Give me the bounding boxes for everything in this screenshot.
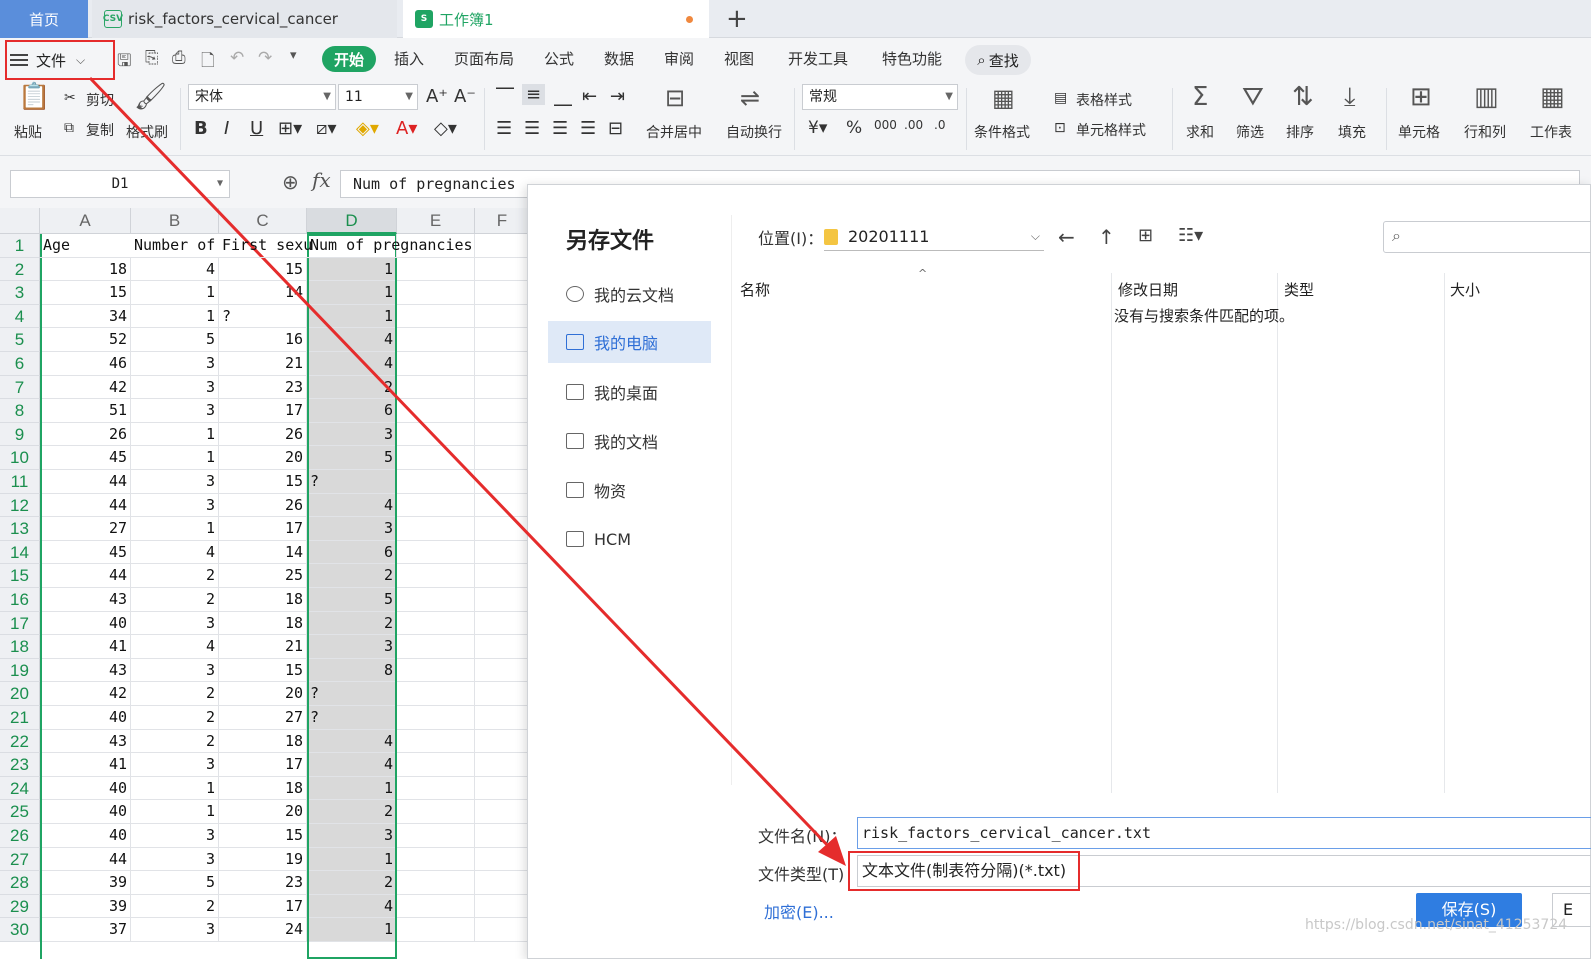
annotation-arrow: [88, 76, 846, 866]
header-cell[interactable]: Age: [40, 234, 131, 258]
header-cell[interactable]: Number of: [131, 234, 219, 258]
header-cell[interactable]: First sexu: [219, 234, 312, 258]
watermark: https://blog.csdn.net/sinat_41253724: [1305, 917, 1568, 933]
header-cell[interactable]: Num of pregnancies: [307, 234, 473, 258]
app-window: 首页 CSV risk_factors_cervical_cancer S 工作…: [0, 0, 1591, 959]
annotation-arrow-line: [88, 76, 834, 852]
